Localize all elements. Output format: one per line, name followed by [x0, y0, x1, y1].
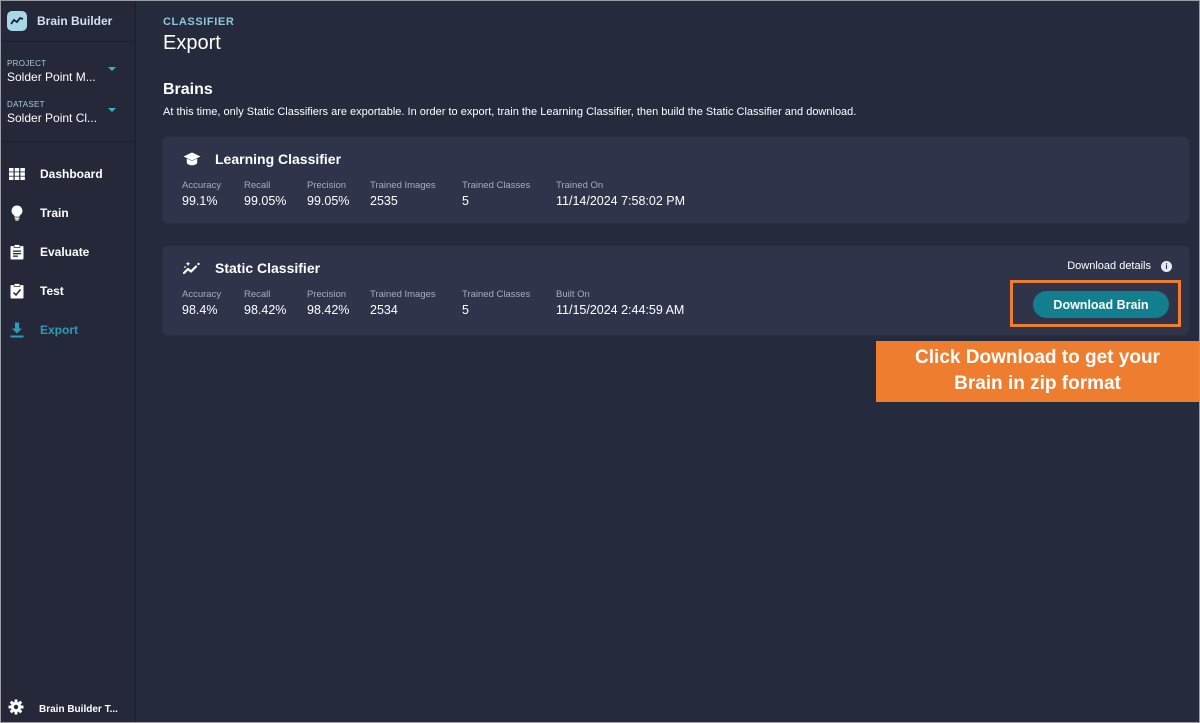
gear-icon [8, 699, 24, 720]
stat-value: 2535 [370, 194, 398, 208]
sidebar-item-dashboard[interactable]: Dashboard [1, 154, 135, 193]
stat-value: 99.1% [182, 194, 218, 208]
app-name: Brain Builder [37, 14, 113, 28]
settings-label: Brain Builder T... [39, 703, 118, 715]
download-icon [9, 322, 25, 338]
stat-value: 98.42% [307, 303, 350, 317]
card-title: Learning Classifier [215, 151, 342, 167]
stat-value: 99.05% [307, 194, 350, 208]
stat-recall: Recall 99.05% [244, 180, 307, 208]
lightbulb-icon [9, 204, 25, 221]
stat-trained-on: Trained On 11/14/2024 7:58:02 PM [556, 180, 685, 208]
divider [1, 141, 135, 142]
trend-line-icon [7, 11, 27, 31]
sidebar-item-label: Train [40, 205, 69, 220]
stat-trained-classes: Trained Classes 5 [462, 180, 556, 208]
stat-value: 11/15/2024 2:44:59 AM [556, 303, 685, 317]
chevron-down-icon [108, 108, 116, 112]
stat-accuracy: Accuracy 99.1% [182, 180, 244, 208]
clipboard-list-icon [9, 243, 25, 260]
stat-label: Trained Images [370, 180, 436, 191]
grid-icon [9, 166, 25, 182]
download-details-link[interactable]: Download details i [1067, 260, 1172, 272]
stat-label: Precision [307, 180, 347, 191]
stat-value: 99.05% [244, 194, 287, 208]
section-title: Brains [163, 81, 213, 98]
section-description: At this time, only Static Classifiers ar… [163, 106, 857, 118]
stat-label: Accuracy [182, 180, 222, 191]
stat-value: 5 [462, 194, 469, 208]
callout-line-2: Brain in zip format [954, 373, 1121, 394]
page-title: Export [163, 32, 221, 54]
sidebar-item-label: Dashboard [40, 166, 103, 181]
dataset-value: Solder Point Cl... [7, 111, 98, 125]
stat-label: Trained Classes [462, 180, 531, 191]
callout-line-1: Click Download to get your [915, 347, 1160, 368]
stat-precision: Precision 98.42% [307, 289, 370, 317]
download-details-label: Download details [1067, 260, 1151, 272]
annotation-highlight-box: Download Brain [1010, 280, 1181, 327]
stat-label: Trained Classes [462, 289, 531, 300]
stat-value: 98.4% [182, 303, 218, 317]
stat-label: Built On [556, 289, 590, 300]
sidebar-item-label: Evaluate [40, 244, 90, 259]
sidebar-item-export[interactable]: Export [1, 310, 135, 349]
stat-label: Precision [307, 289, 347, 300]
settings-button[interactable]: Brain Builder T... [1, 696, 136, 722]
stat-recall: Recall 98.42% [244, 289, 307, 317]
learning-classifier-card: Learning Classifier Accuracy 99.1% Recall… [163, 137, 1189, 223]
sidebar-item-test[interactable]: Test [1, 271, 135, 310]
sidebar-item-evaluate[interactable]: Evaluate [1, 232, 135, 271]
card-title: Static Classifier [215, 260, 321, 276]
download-brain-button[interactable]: Download Brain [1033, 291, 1169, 318]
stat-trained-images: Trained Images 2534 [370, 289, 462, 317]
stat-precision: Precision 99.05% [307, 180, 370, 208]
stat-built-on: Built On 11/15/2024 2:44:59 AM [556, 289, 684, 317]
stat-label: Recall [244, 289, 271, 300]
stat-trained-classes: Trained Classes 5 [462, 289, 556, 317]
stat-label: Trained Images [370, 289, 436, 300]
stat-trained-images: Trained Images 2535 [370, 180, 462, 208]
stats-row: Accuracy 98.4% Recall 98.42% Precision 98.4… [182, 289, 684, 317]
annotation-callout: Click Download to get your Brain in zip … [876, 341, 1199, 402]
stat-label: Recall [244, 180, 271, 191]
stat-value: 11/14/2024 7:58:02 PM [556, 194, 686, 208]
stat-label: Accuracy [182, 289, 222, 300]
chevron-down-icon [108, 67, 116, 71]
sidebar-item-train[interactable]: Train [1, 193, 135, 232]
sidebar-item-label: Export [40, 322, 79, 337]
clipboard-check-icon [9, 282, 25, 299]
dataset-selector[interactable]: DATASET Solder Point Cl... [1, 100, 135, 125]
main-content: CLASSIFIER Export Brains At this time, o… [163, 1, 1199, 335]
sidebar: Brain Builder PROJECT Solder Point M... … [1, 1, 136, 722]
breadcrumb: CLASSIFIER [163, 16, 235, 28]
graduation-cap-icon [183, 151, 201, 167]
stat-accuracy: Accuracy 98.4% [182, 289, 244, 317]
project-selector[interactable]: PROJECT Solder Point M... [1, 59, 135, 84]
static-classifier-card: Static Classifier Accuracy 98.4% Recall 98… [163, 246, 1189, 335]
brand[interactable]: Brain Builder [1, 1, 135, 42]
stat-value: 98.42% [244, 303, 287, 317]
stat-value: 5 [462, 303, 469, 317]
stat-label: Trained On [556, 180, 604, 191]
stat-value: 2534 [370, 303, 398, 317]
stats-row: Accuracy 99.1% Recall 99.05% Precision 99.0… [182, 180, 685, 208]
info-icon[interactable]: i [1161, 260, 1172, 272]
sidebar-nav: Dashboard Train Evaluate Test Export [1, 154, 135, 349]
sparkle-trend-icon [183, 260, 201, 276]
sidebar-item-label: Test [40, 283, 64, 298]
project-value: Solder Point M... [7, 70, 96, 84]
